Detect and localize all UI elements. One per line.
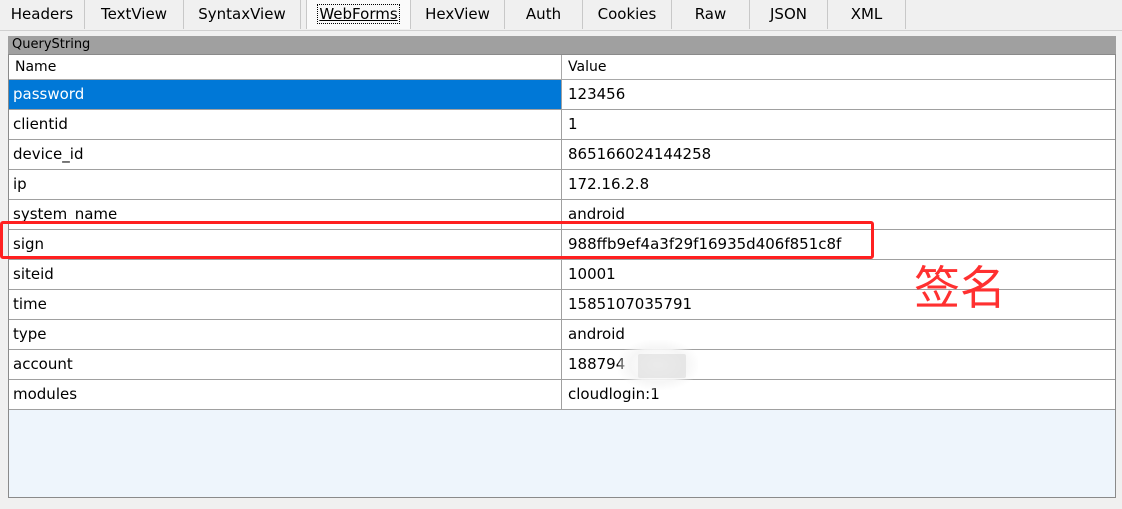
tab-webforms-label: WebForms [317, 4, 400, 24]
table-row[interactable]: clientid 1 [9, 110, 1115, 140]
tab-syntaxview-label: SyntaxView [198, 5, 286, 23]
row-name-cell: ip [9, 170, 562, 199]
querystring-section-header: QueryString [8, 36, 1116, 54]
tab-hexview[interactable]: HexView [411, 0, 505, 29]
row-value-cell: 865166024144258 [568, 145, 712, 163]
row-name-cell: system_name [9, 200, 562, 229]
row-value-cell: 988ffb9ef4a3f29f16935d406f851c8f [568, 235, 842, 253]
tab-auth[interactable]: Auth [505, 0, 583, 29]
row-name-cell: modules [9, 380, 562, 409]
table-row[interactable]: type android [9, 320, 1115, 350]
row-value-cell: 123456 [568, 85, 626, 103]
tab-raw[interactable]: Raw [672, 0, 750, 29]
row-value-cell: 10001 [568, 265, 616, 283]
sign-annotation-label: 签名 [914, 261, 1006, 315]
tab-cookies[interactable]: Cookies [583, 0, 672, 29]
tab-textview-label: TextView [101, 5, 167, 23]
tab-bar: Headers TextView SyntaxView WebForms Hex… [0, 0, 1122, 31]
row-name-cell: account [9, 350, 562, 379]
tab-json-label: JSON [770, 5, 807, 23]
column-header-value[interactable]: Value [562, 55, 1115, 79]
row-name-cell: password [9, 80, 562, 109]
row-name-cell: sign [9, 230, 562, 259]
tab-webforms[interactable]: WebForms [306, 0, 411, 29]
row-name-cell: clientid [9, 110, 562, 139]
redaction-blur-core [638, 354, 686, 378]
tab-headers[interactable]: Headers [0, 0, 85, 29]
table-row[interactable]: modules cloudlogin:1 [9, 380, 1115, 410]
row-value-cell: 172.16.2.8 [568, 175, 650, 193]
tab-raw-label: Raw [694, 5, 727, 23]
tab-headers-label: Headers [10, 5, 74, 23]
tab-xml[interactable]: XML [828, 0, 906, 29]
table-row[interactable]: password 123456 [9, 80, 1115, 110]
table-row[interactable]: device_id 865166024144258 [9, 140, 1115, 170]
tab-xml-label: XML [850, 5, 883, 23]
tab-textview[interactable]: TextView [85, 0, 184, 29]
row-value-cell: android [568, 205, 625, 223]
table-row[interactable]: account 188794 [9, 350, 1115, 380]
tab-auth-label: Auth [525, 5, 562, 23]
tab-cookies-label: Cookies [597, 5, 657, 23]
row-name-cell: device_id [9, 140, 562, 169]
grid-header: Name Value [9, 55, 1115, 80]
table-row[interactable]: system_name android [9, 200, 1115, 230]
column-header-name[interactable]: Name [9, 55, 562, 79]
row-value-cell: 1 [568, 115, 578, 133]
redaction-blur [618, 340, 698, 390]
tab-hexview-label: HexView [425, 5, 490, 23]
tab-syntaxview[interactable]: SyntaxView [184, 0, 301, 29]
table-row[interactable]: sign 988ffb9ef4a3f29f16935d406f851c8f [9, 230, 1115, 260]
tab-json[interactable]: JSON [750, 0, 828, 29]
row-name-cell: time [9, 290, 562, 319]
row-name-cell: type [9, 320, 562, 349]
row-value-cell: 1585107035791 [568, 295, 693, 313]
grid-rows: password 123456 clientid 1 device_id 865… [9, 80, 1115, 410]
table-row[interactable]: ip 172.16.2.8 [9, 170, 1115, 200]
row-name-cell: siteid [9, 260, 562, 289]
